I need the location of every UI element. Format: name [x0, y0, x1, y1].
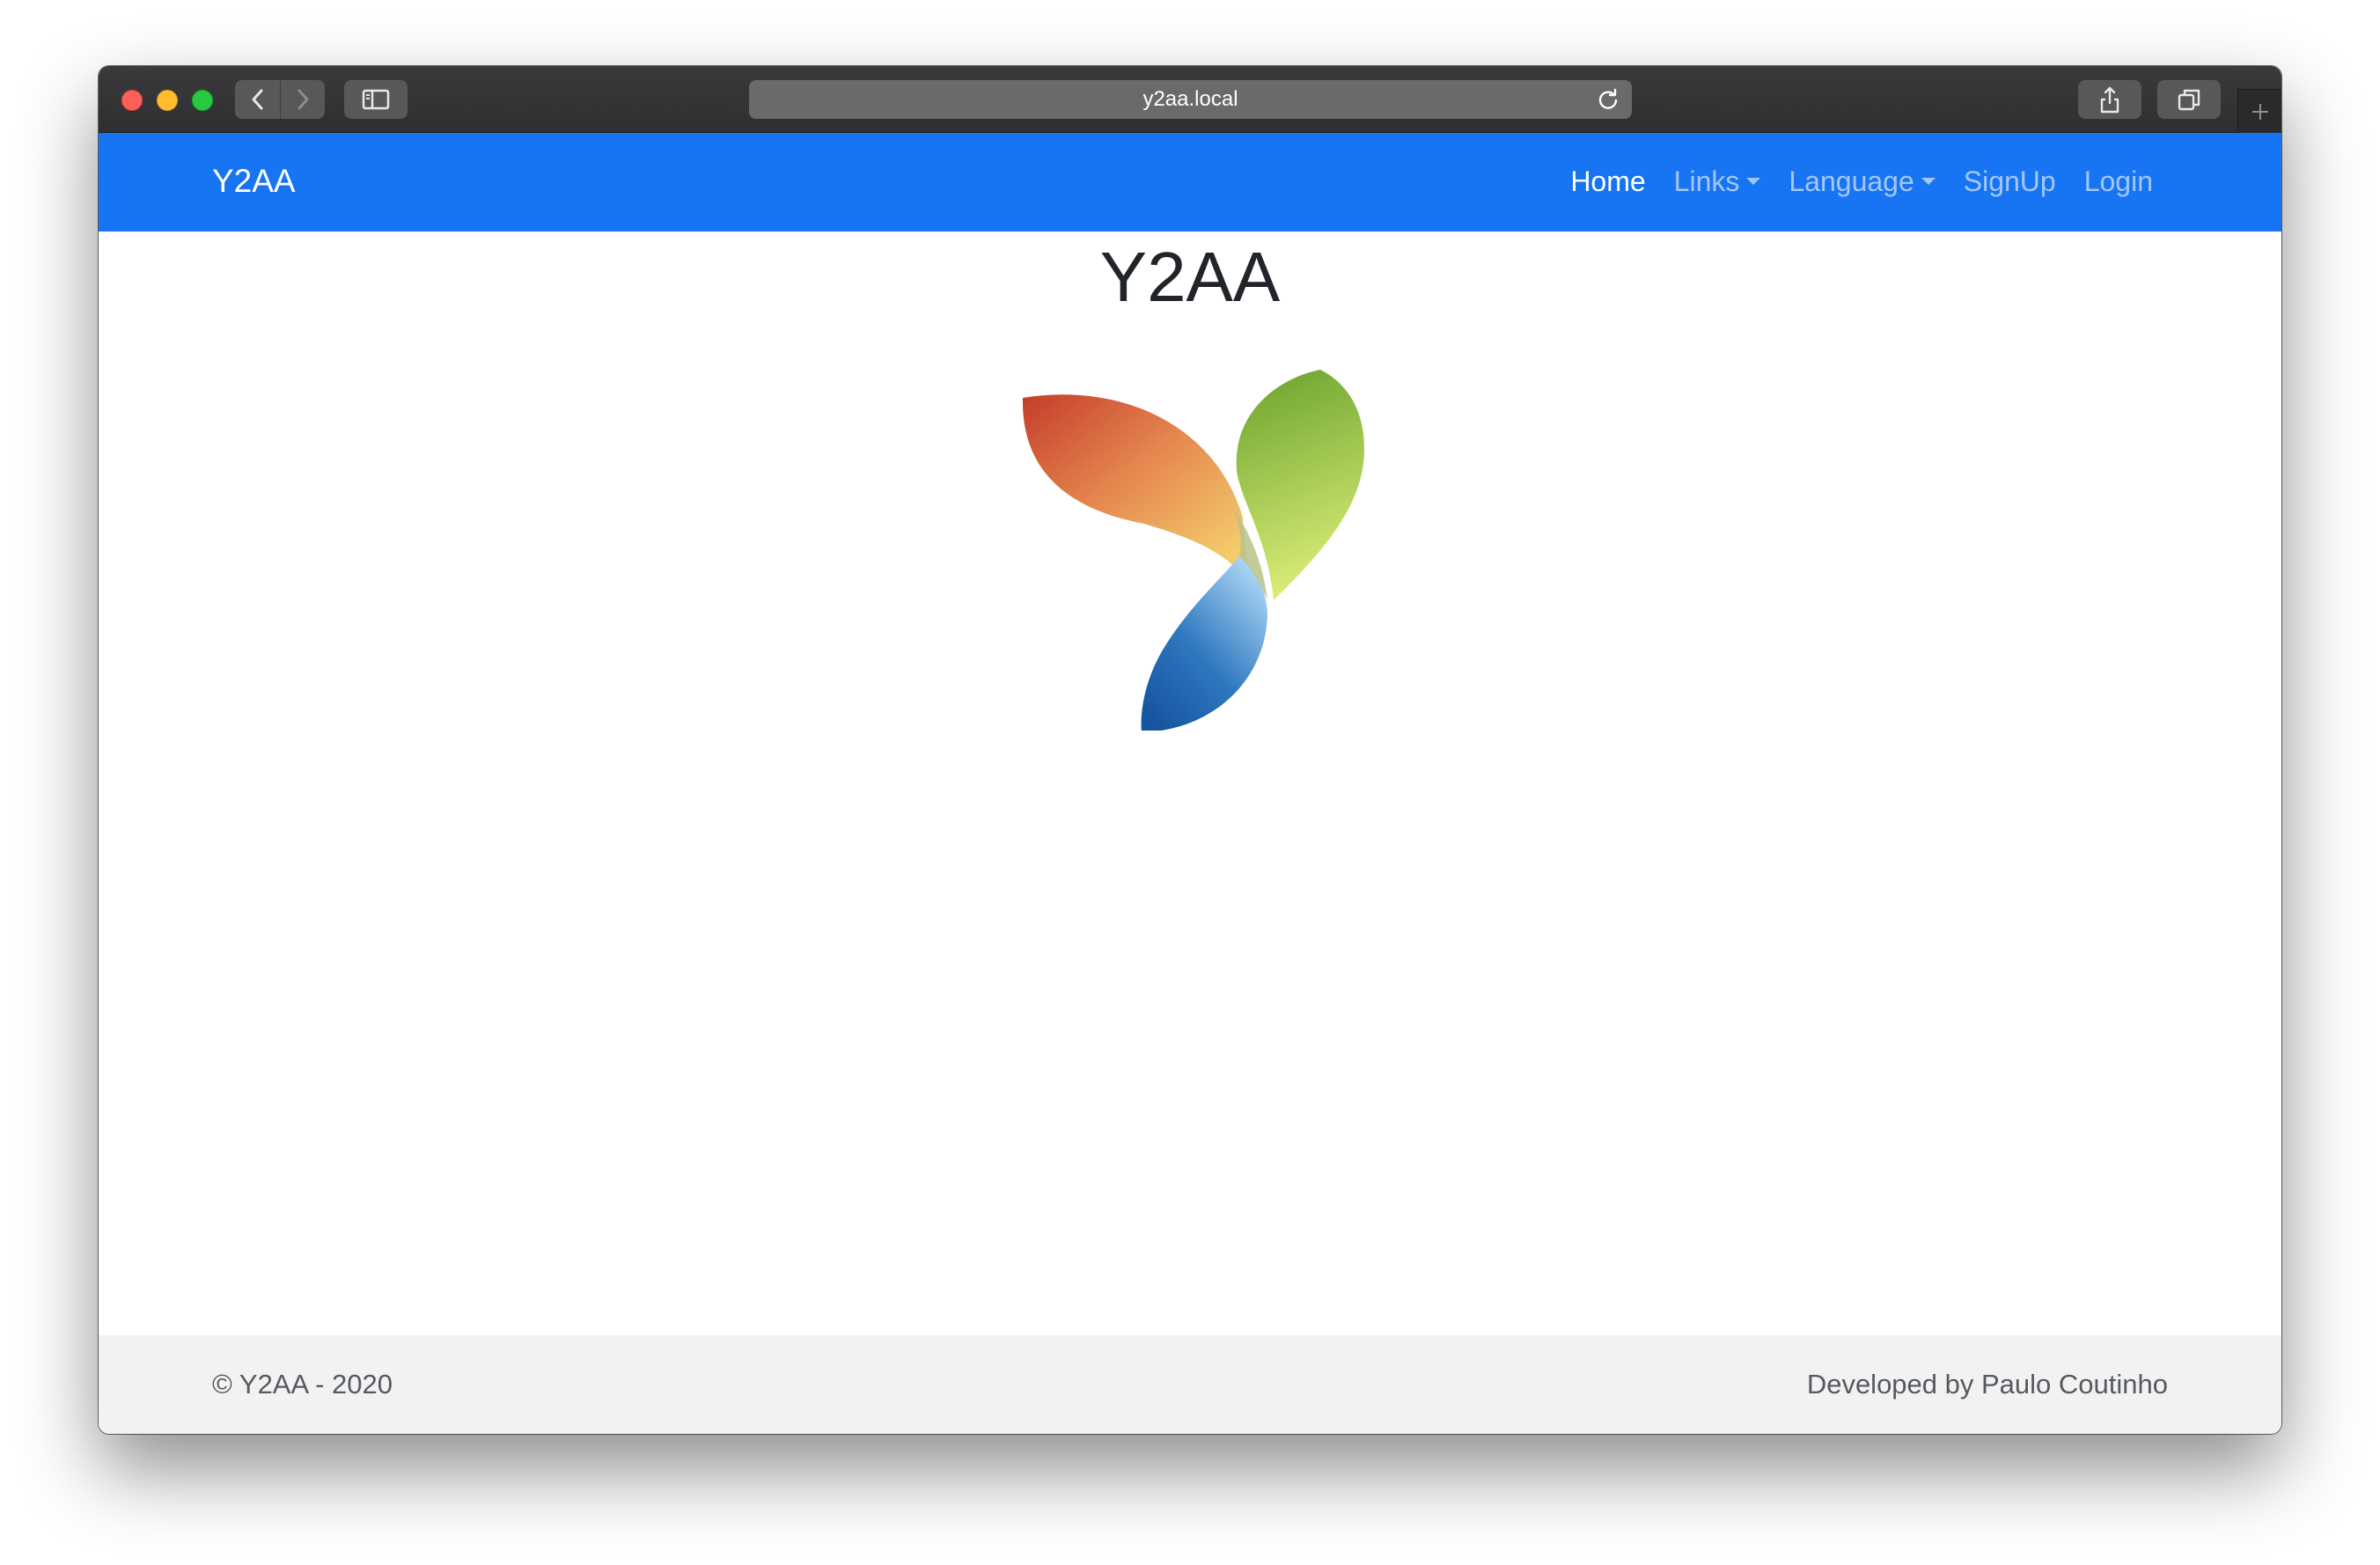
sidebar-toggle-button[interactable]: [344, 80, 408, 119]
new-tab-button[interactable]: [2237, 89, 2281, 133]
plus-icon: [2251, 103, 2268, 120]
history-nav-group: [235, 80, 325, 119]
nav-link-home[interactable]: Home: [1570, 165, 1645, 198]
nav-link-label: Links: [1673, 165, 1740, 197]
logo-leaf-blue: [1141, 556, 1267, 731]
minimize-window-button[interactable]: [157, 90, 178, 111]
site-navbar: Y2AA Home Links Language SignUp Login: [99, 133, 2281, 231]
forward-button[interactable]: [280, 80, 325, 119]
browser-toolbar: y2aa.local: [99, 66, 2281, 133]
address-bar[interactable]: y2aa.local: [749, 80, 1632, 119]
share-button[interactable]: [2078, 80, 2141, 119]
sidebar-icon: [362, 89, 390, 110]
footer-credit: Developed by Paulo Coutinho: [1806, 1369, 2168, 1400]
navbar-links: Home Links Language SignUp Login: [1570, 159, 2153, 203]
nav-link-label: Home: [1570, 165, 1646, 197]
back-button[interactable]: [235, 80, 280, 119]
tabs-overview-button[interactable]: [2157, 80, 2221, 119]
page-title: Y2AA: [1099, 238, 1281, 316]
nav-link-label: SignUp: [1963, 165, 2056, 197]
browser-window: y2aa.local Y2AA Home Links Language Sign…: [99, 66, 2281, 1434]
nav-dropdown-links[interactable]: Links: [1674, 165, 1761, 198]
maximize-window-button[interactable]: [192, 90, 213, 111]
logo-leaf-orange: [1022, 394, 1248, 581]
nav-link-signup[interactable]: SignUp: [1964, 165, 2056, 198]
tabs-icon: [2178, 89, 2200, 111]
reload-icon[interactable]: [1597, 88, 1620, 111]
caret-down-icon: [1921, 178, 1936, 185]
nav-link-label: Language: [1789, 165, 1914, 197]
nav-link-label: Login: [2083, 165, 2153, 197]
site-footer: © Y2AA - 2020 Developed by Paulo Coutinh…: [99, 1335, 2281, 1434]
caret-down-icon: [1746, 178, 1761, 185]
close-window-button[interactable]: [121, 90, 143, 111]
address-url: y2aa.local: [1142, 87, 1238, 111]
nav-dropdown-language[interactable]: Language: [1789, 165, 1936, 198]
share-icon: [2100, 86, 2119, 114]
footer-copyright: © Y2AA - 2020: [212, 1369, 393, 1400]
yii-logo-icon: [1022, 370, 1364, 731]
chevron-right-icon: [298, 89, 309, 110]
chevron-left-icon: [252, 89, 262, 110]
navbar-brand[interactable]: Y2AA: [212, 159, 296, 203]
nav-link-login[interactable]: Login: [2084, 165, 2153, 198]
